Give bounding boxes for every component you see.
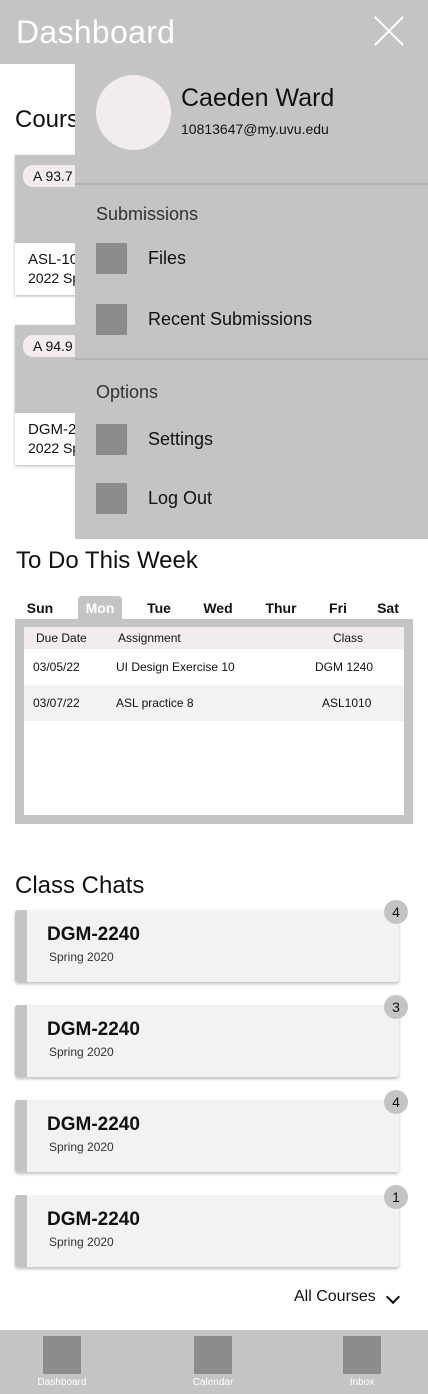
chat-term: Spring 2020 <box>49 1045 114 1059</box>
todo-table: Due Date Assignment Class 03/05/22 UI De… <box>24 627 404 815</box>
chat-accent-bar <box>15 1100 27 1172</box>
nav-label: Dashboard <box>37 1377 87 1388</box>
due-date: 03/07/22 <box>33 696 80 710</box>
all-courses-dropdown[interactable]: All Courses <box>294 1288 376 1306</box>
menu-item-recent-submissions[interactable]: Recent Submissions <box>96 304 416 336</box>
menu-item-files[interactable]: Files <box>96 243 416 275</box>
chat-name: DGM-2240 <box>47 1114 140 1135</box>
tab-mon[interactable]: Mon <box>78 596 122 620</box>
assignment: UI Design Exercise 10 <box>116 660 235 674</box>
tab-sun[interactable]: Sun <box>15 596 65 620</box>
class: ASL1010 <box>322 696 372 710</box>
menu-divider <box>75 358 428 360</box>
nav-label: Calendar <box>192 1377 234 1388</box>
tab-thur[interactable]: Thur <box>259 596 303 620</box>
grade-badge: A 94.9 <box>23 335 83 357</box>
unread-count-badge: 4 <box>384 900 408 924</box>
calendar-icon <box>194 1336 232 1374</box>
chat-accent-bar <box>15 910 27 982</box>
user-menu-panel: Caeden Ward 10813647@my.uvu.edu Submissi… <box>75 64 428 539</box>
inbox-icon <box>343 1336 381 1374</box>
top-bar: Dashboard <box>0 0 428 64</box>
chat-term: Spring 2020 <box>49 1140 114 1154</box>
chat-card[interactable]: DGM-2240 Spring 2020 <box>15 910 399 982</box>
menu-item-label: Recent Submissions <box>148 309 313 329</box>
table-row[interactable]: 03/07/22 ASL practice 8 ASL1010 <box>24 685 404 721</box>
chevron-down-icon[interactable] <box>385 1289 401 1305</box>
user-name: Caeden Ward <box>181 84 335 112</box>
class-chats-heading: Class Chats <box>15 872 145 899</box>
unread-count-badge: 4 <box>384 1090 408 1114</box>
unread-count-badge: 3 <box>384 995 408 1019</box>
app-screen: Dashboard Courses A 93.7 ASL-1010 2022 S… <box>0 0 428 1394</box>
tab-fri[interactable]: Fri <box>323 596 353 620</box>
column-header-due-date: Due Date <box>36 631 87 645</box>
unread-count-badge: 1 <box>384 1185 408 1209</box>
table-header: Due Date Assignment Class <box>24 627 404 649</box>
class: DGM 1240 <box>315 660 374 674</box>
chat-accent-bar <box>15 1195 27 1267</box>
nav-dashboard[interactable]: Dashboard <box>12 1330 112 1394</box>
options-section-label: Options <box>96 382 159 402</box>
chat-name: DGM-2240 <box>47 924 140 945</box>
log-out-icon <box>96 483 127 514</box>
menu-item-label: Files <box>148 248 187 268</box>
user-email: 10813647@my.uvu.edu <box>181 121 329 137</box>
chat-accent-bar <box>15 1005 27 1077</box>
tab-sat[interactable]: Sat <box>373 596 403 620</box>
todo-heading: To Do This Week <box>16 547 198 574</box>
grade-badge: A 93.7 <box>23 165 83 187</box>
chat-card[interactable]: DGM-2240 Spring 2020 <box>15 1195 399 1267</box>
todo-table-frame: Due Date Assignment Class 03/05/22 UI De… <box>15 619 413 824</box>
tab-wed[interactable]: Wed <box>198 596 238 620</box>
tab-tue[interactable]: Tue <box>139 596 179 620</box>
due-date: 03/05/22 <box>33 660 80 674</box>
nav-calendar[interactable]: Calendar <box>163 1330 263 1394</box>
settings-icon <box>96 424 127 455</box>
menu-item-label: Settings <box>148 429 214 449</box>
column-header-class: Class <box>333 631 364 645</box>
page-title: Dashboard <box>16 14 176 50</box>
chat-card[interactable]: DGM-2240 Spring 2020 <box>15 1005 399 1077</box>
column-header-assignment: Assignment <box>118 631 181 645</box>
nav-label: Inbox <box>349 1377 375 1388</box>
menu-item-log-out[interactable]: Log Out <box>96 483 416 515</box>
chat-name: DGM-2240 <box>47 1019 140 1040</box>
assignment: ASL practice 8 <box>116 696 194 710</box>
table-row[interactable]: 03/05/22 UI Design Exercise 10 DGM 1240 <box>24 649 404 685</box>
menu-divider <box>75 183 428 185</box>
bottom-nav: Dashboard Calendar Inbox <box>0 1330 428 1394</box>
submissions-section-label: Submissions <box>96 204 199 224</box>
dashboard-icon <box>43 1336 81 1374</box>
menu-item-settings[interactable]: Settings <box>96 424 416 456</box>
close-icon[interactable] <box>372 14 406 48</box>
menu-item-label: Log Out <box>148 488 213 508</box>
avatar <box>96 75 171 150</box>
files-icon <box>96 243 127 274</box>
chat-name: DGM-2240 <box>47 1209 140 1230</box>
nav-inbox[interactable]: Inbox <box>312 1330 412 1394</box>
chat-term: Spring 2020 <box>49 950 114 964</box>
day-tabs: Sun Mon Tue Wed Thur Fri Sat <box>15 596 413 620</box>
recent-submissions-icon <box>96 304 127 335</box>
chat-card[interactable]: DGM-2240 Spring 2020 <box>15 1100 399 1172</box>
chat-term: Spring 2020 <box>49 1235 114 1249</box>
